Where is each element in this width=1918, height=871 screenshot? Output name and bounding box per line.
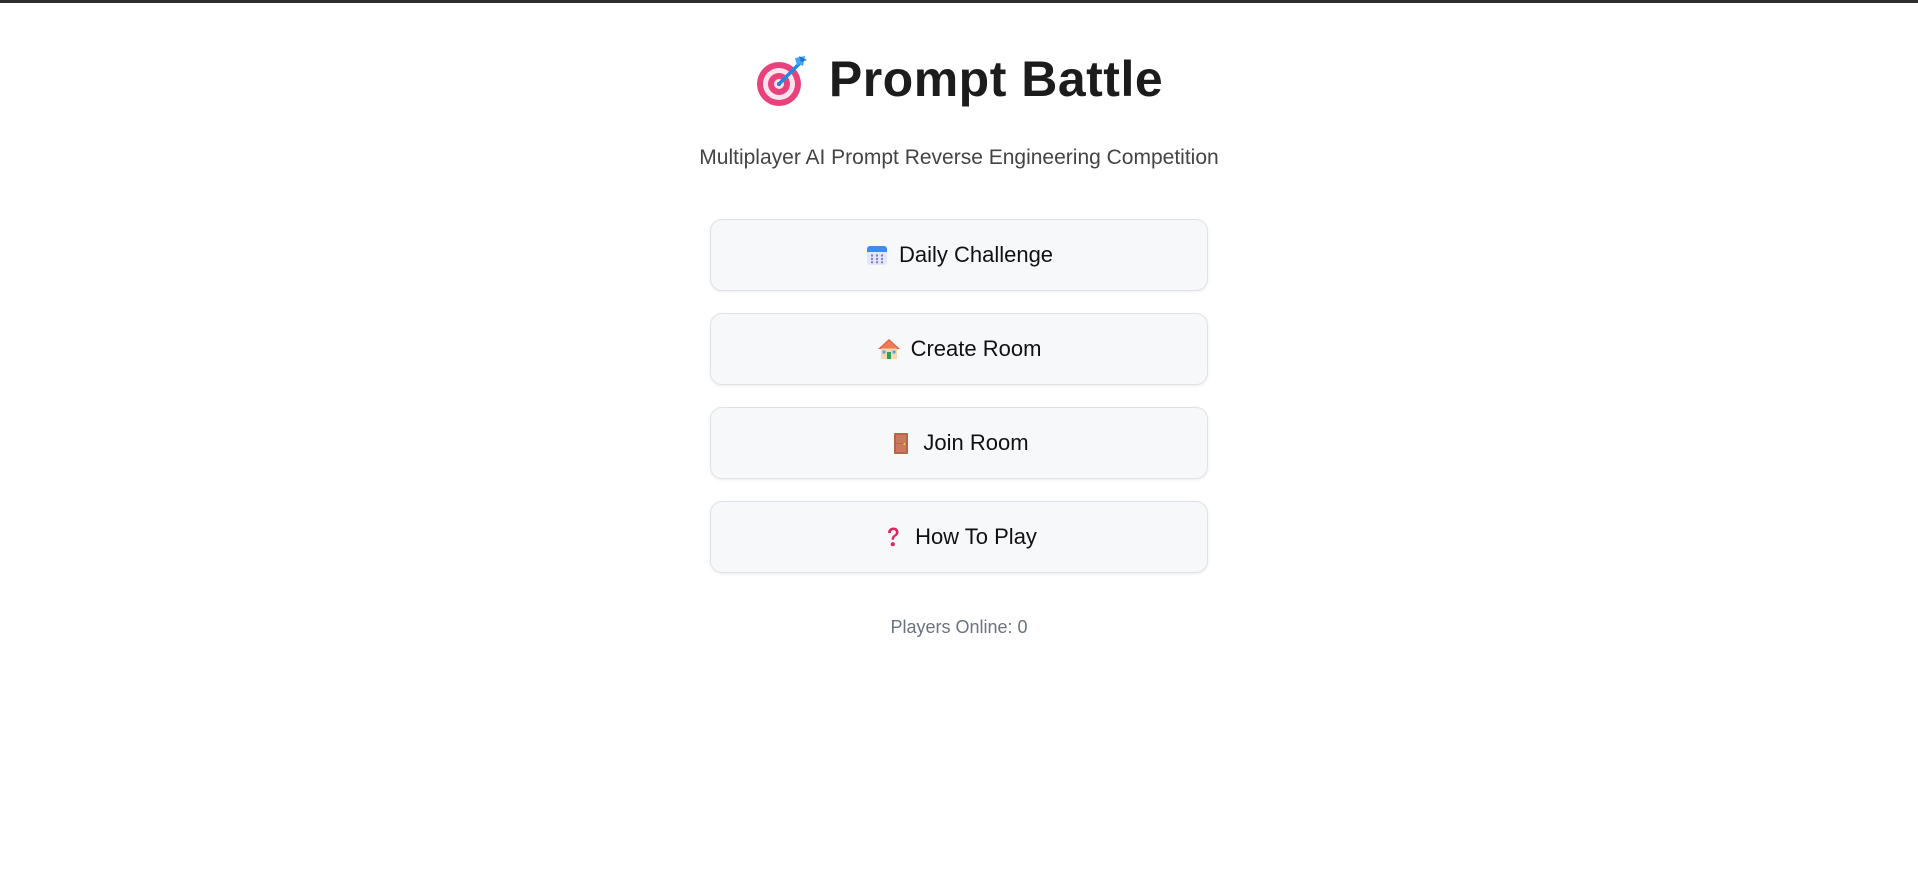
create-room-button[interactable]: Create Room <box>710 313 1208 385</box>
title-row: Prompt Battle <box>0 50 1918 108</box>
page-title: Prompt Battle <box>828 51 1164 107</box>
calendar-icon <box>866 246 887 265</box>
page-subtitle: Multiplayer AI Prompt Reverse Engineerin… <box>699 146 1219 169</box>
how-to-play-label: How To Play <box>915 524 1037 549</box>
how-to-play-button[interactable]: How To Play <box>710 501 1208 573</box>
target-dart-icon <box>756 56 807 106</box>
daily-challenge-button[interactable]: Daily Challenge <box>710 219 1208 291</box>
door-icon <box>894 433 909 454</box>
join-room-button[interactable]: Join Room <box>710 407 1208 479</box>
main-menu: Daily Challenge Create Room Join Room Ho… <box>710 219 1208 595</box>
home-screen: Prompt Battle Multiplayer AI Prompt Reve… <box>0 0 1918 871</box>
question-mark-icon <box>888 527 899 547</box>
create-room-label: Create Room <box>910 336 1042 361</box>
house-icon <box>877 339 900 359</box>
daily-challenge-label: Daily Challenge <box>898 242 1054 267</box>
join-room-label: Join Room <box>923 430 1029 455</box>
players-online-status: Players Online: 0 <box>890 617 1028 637</box>
